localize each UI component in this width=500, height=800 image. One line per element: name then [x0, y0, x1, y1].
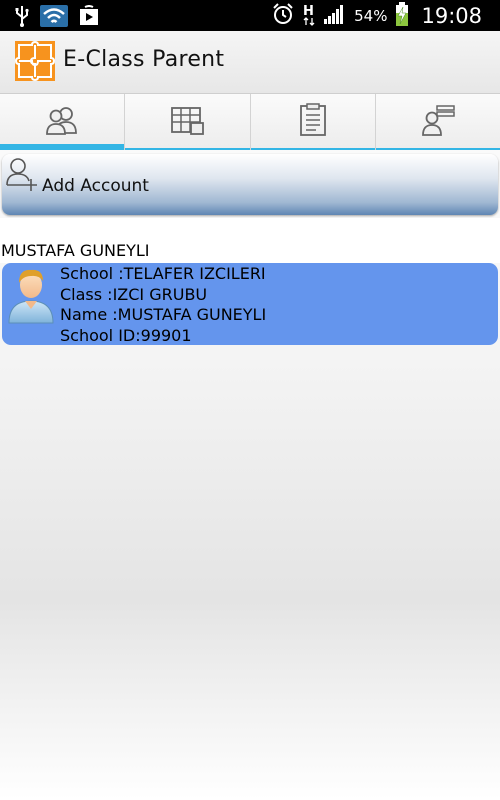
play-store-icon [78, 5, 100, 31]
network-h-icon: H [302, 2, 316, 30]
battery-percent: 54% [354, 6, 388, 25]
alarm-icon [272, 2, 294, 29]
status-bar-notifications [14, 5, 100, 31]
add-user-icon [5, 157, 39, 197]
calendar-icon [170, 105, 205, 139]
app-title: E-Class Parent [63, 47, 225, 72]
wifi-icon [40, 5, 68, 31]
tab-accounts[interactable] [0, 94, 126, 150]
clipboard-icon [298, 103, 328, 141]
usb-icon [14, 5, 30, 31]
student-header: MUSTAFA GUNEYLI [1, 241, 150, 260]
user-list-icon [420, 104, 456, 140]
student-details: School :TELAFER IZCILERI Class :IZCI GRU… [60, 264, 266, 346]
puzzle-logo-icon[interactable] [14, 40, 56, 82]
accounts-icon [45, 105, 79, 139]
student-school-id: School ID:99901 [60, 325, 192, 345]
tab-calendar-indicator [125, 148, 250, 150]
signal-icon [324, 4, 346, 28]
add-account-button[interactable]: Add Account [2, 154, 498, 215]
tab-user-list[interactable] [375, 94, 500, 150]
tab-clipboard[interactable] [250, 94, 376, 150]
status-bar-system: H 54% 19:08 [272, 0, 482, 31]
status-bar: H 54% 19:08 [0, 0, 500, 31]
student-name: Name :MUSTAFA GUNEYLI [60, 305, 267, 324]
student-school: School :TELAFER IZCILERI [60, 264, 266, 283]
add-account-label: Add Account [42, 176, 149, 196]
tab-clipboard-indicator [250, 148, 375, 150]
tab-calendar[interactable] [125, 94, 251, 150]
tab-bar [0, 94, 500, 150]
svg-text:H: H [303, 4, 314, 19]
tab-accounts-indicator [0, 144, 125, 150]
status-clock: 19:08 [421, 3, 482, 28]
action-bar: E-Class Parent [0, 31, 500, 94]
student-card[interactable]: School :TELAFER IZCILERI Class :IZCI GRU… [2, 263, 498, 345]
battery-charging-icon [395, 1, 409, 30]
student-avatar-icon [7, 265, 55, 329]
student-class: Class :IZCI GRUBU [60, 284, 208, 304]
tab-user-list-indicator [375, 148, 500, 150]
